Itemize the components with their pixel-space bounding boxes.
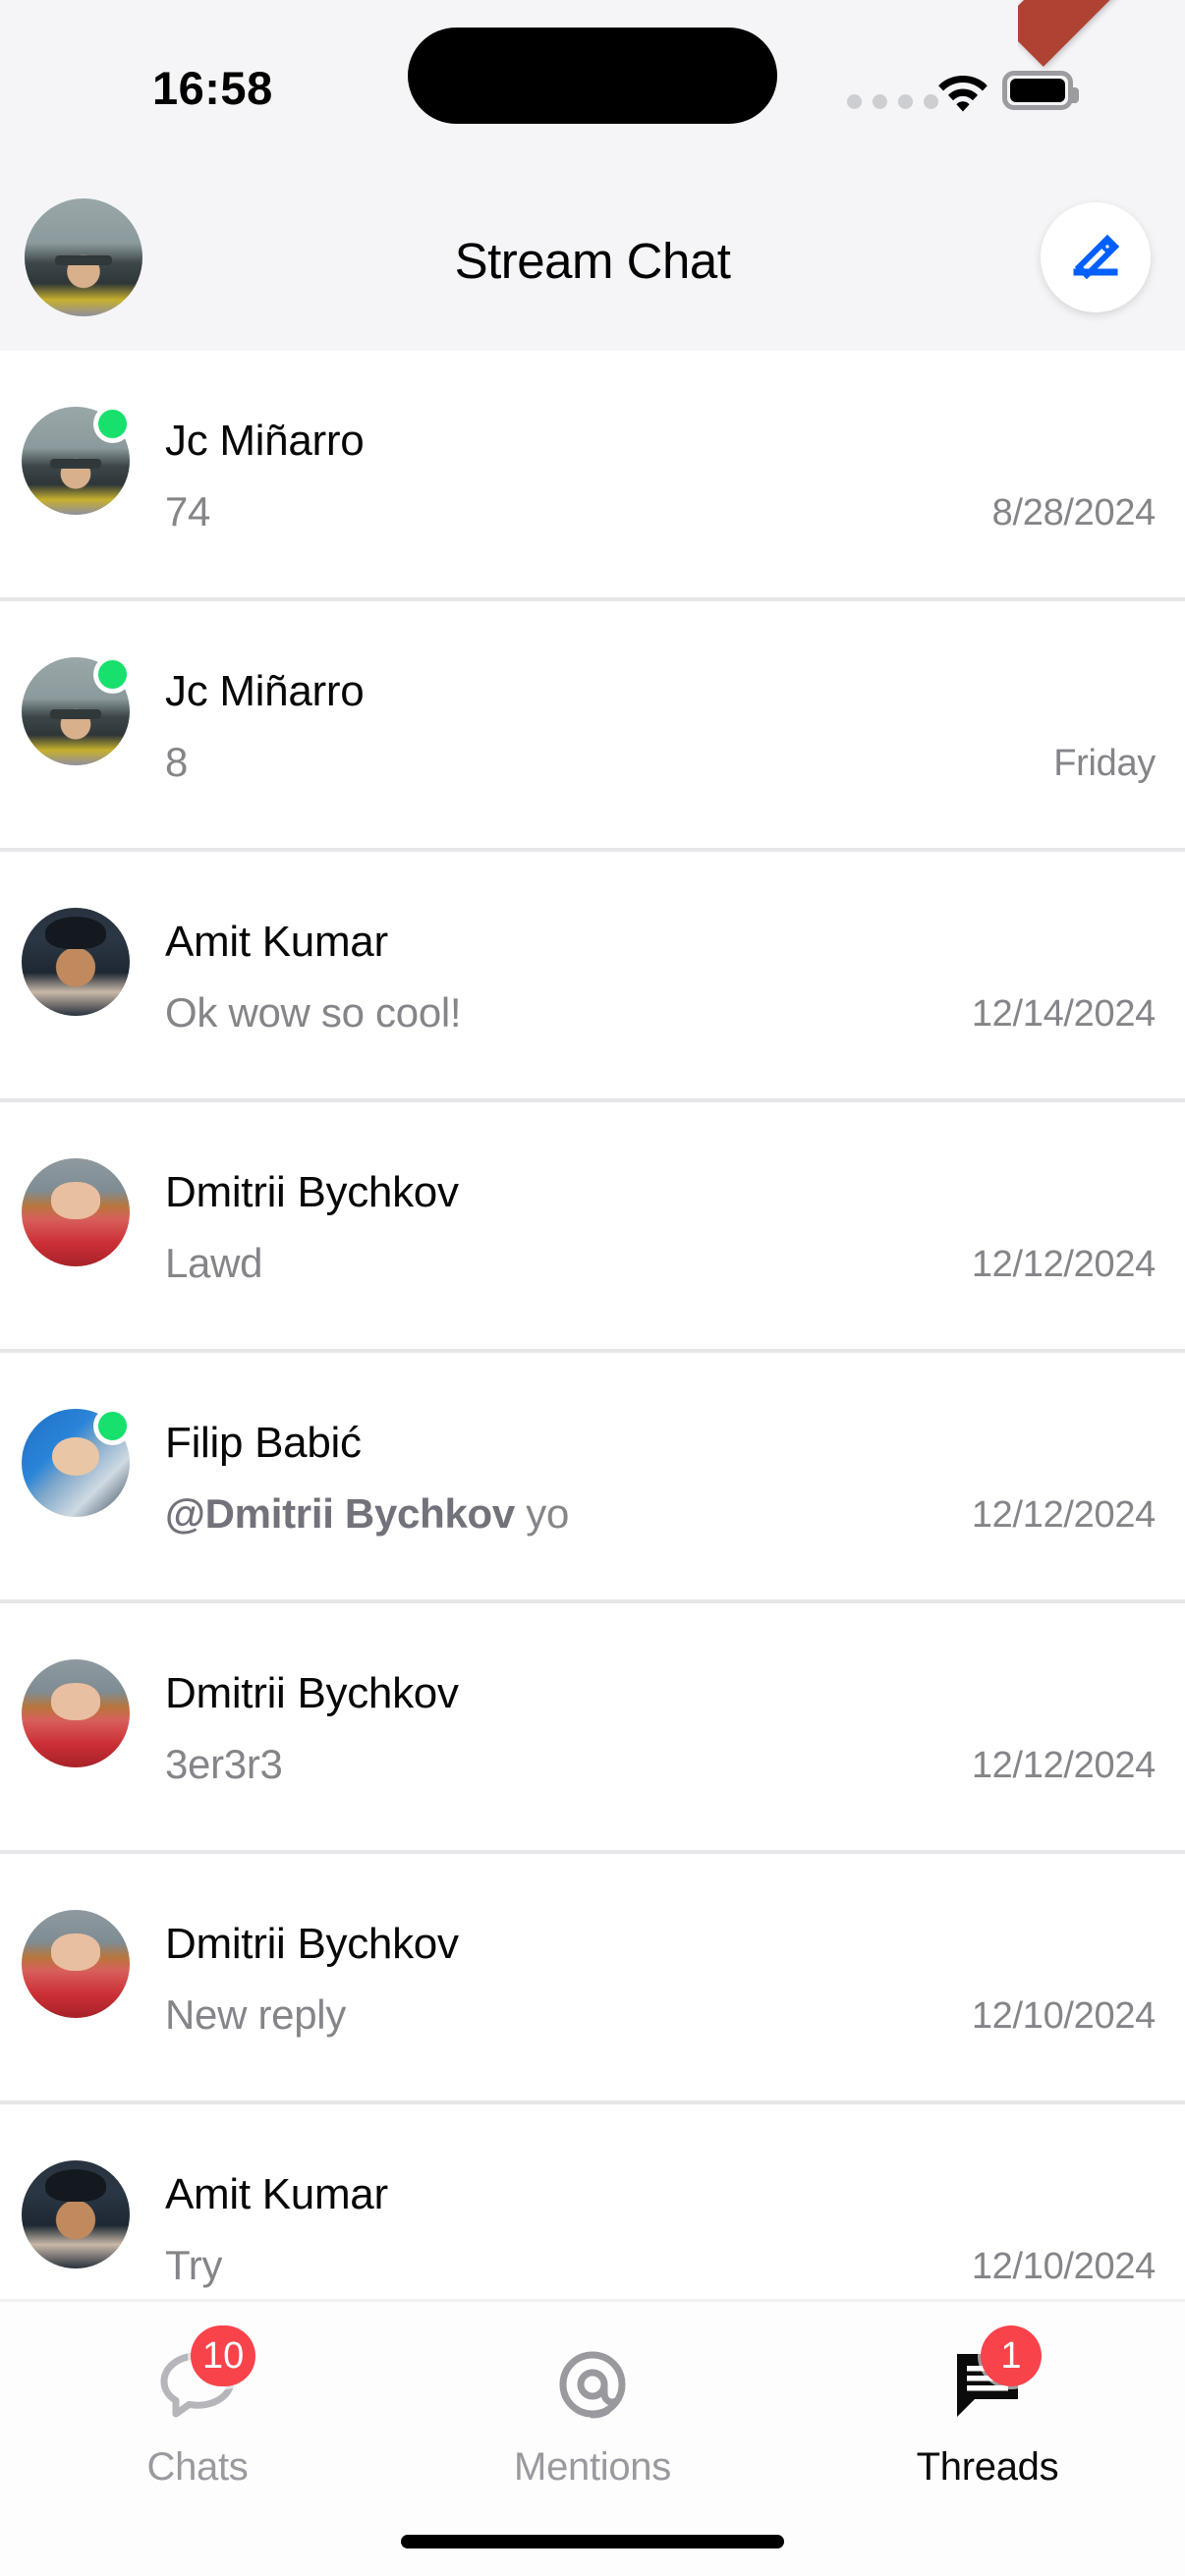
phone-screen: 16:58 DEBUG Stream Chat: [0, 0, 1185, 2576]
tab-chats[interactable]: 10 Chats: [0, 2302, 395, 2576]
channel-name: Jc Miñarro: [165, 417, 365, 465]
dynamic-island: [408, 28, 777, 124]
app-header: Stream Chat: [0, 177, 1185, 351]
channel-preview-text: Lawd: [165, 1240, 263, 1286]
wifi-icon: [935, 69, 990, 112]
channel-timestamp: 12/12/2024: [971, 1745, 1156, 1786]
tab-label: Chats: [146, 2445, 249, 2489]
tab-label: Mentions: [514, 2445, 671, 2489]
home-indicator: [401, 2535, 784, 2548]
channel-preview-text: 8: [165, 739, 189, 785]
channel-timestamp: 12/12/2024: [971, 1494, 1156, 1536]
thread-lines-icon: 1: [933, 2325, 1042, 2432]
avatar: [22, 2160, 130, 2268]
channel-timestamp: 8/28/2024: [991, 492, 1157, 533]
channel-list-item[interactable]: Jc Miñarro 8 Friday: [0, 601, 1185, 852]
avatar: [22, 908, 130, 1016]
channel-list[interactable]: Jc Miñarro 74 8/28/2024 Jc Miñarro 8 Friday Am…: [0, 351, 1185, 2299]
channel-preview-text: @Dmitrii Bychkov yo: [165, 1490, 569, 1538]
channel-timestamp: 12/12/2024: [971, 1244, 1156, 1285]
channel-list-item[interactable]: Dmitrii Bychkov Lawd 12/12/2024: [0, 1102, 1185, 1353]
channel-name: Amit Kumar: [165, 2170, 388, 2218]
pencil-edit-icon: [1064, 224, 1127, 292]
avatar: [22, 1910, 130, 2018]
channel-list-item[interactable]: Dmitrii Bychkov New reply 12/10/2024: [0, 1854, 1185, 2104]
status-bar-clock: 16:58: [152, 62, 273, 114]
at-sign-icon: [538, 2341, 647, 2432]
channel-preview-text: 74: [165, 488, 211, 534]
channel-preview-text: Try: [165, 2242, 223, 2288]
channel-timestamp: Friday: [1053, 743, 1156, 784]
status-bar: 16:58: [0, 0, 1185, 177]
online-status-indicator: [93, 655, 132, 694]
mention-token: @Dmitrii Bychkov: [165, 1490, 515, 1537]
channel-name: Amit Kumar: [165, 918, 388, 966]
channel-timestamp: 12/14/2024: [971, 993, 1156, 1035]
channel-timestamp: 12/10/2024: [971, 1995, 1156, 2037]
channel-timestamp: 12/10/2024: [971, 2246, 1156, 2287]
online-status-indicator: [93, 405, 132, 443]
channel-preview-text: Ok wow so cool!: [165, 989, 462, 1036]
preview-body: yo: [514, 1490, 570, 1537]
status-badge: 10: [191, 2325, 256, 2386]
channel-list-item[interactable]: Amit Kumar Ok wow so cool! 12/14/2024: [0, 852, 1185, 1102]
channel-preview-text: 3er3r3: [165, 1741, 283, 1787]
channel-list-item[interactable]: Filip Babić @Dmitrii Bychkov yo 12/12/2024: [0, 1353, 1185, 1603]
channel-list-item[interactable]: Jc Miñarro 74 8/28/2024: [0, 351, 1185, 601]
avatar: [22, 1659, 130, 1767]
avatar: [22, 1158, 130, 1266]
channel-name: Dmitrii Bychkov: [165, 1168, 459, 1216]
channel-name: Dmitrii Bychkov: [165, 1669, 459, 1717]
channel-name: Dmitrii Bychkov: [165, 1920, 459, 1968]
channel-list-item[interactable]: Amit Kumar Try 12/10/2024: [0, 2104, 1185, 2299]
tab-label: Threads: [916, 2445, 1059, 2489]
channel-name: Filip Babić: [165, 1419, 362, 1467]
channel-list-item[interactable]: Dmitrii Bychkov 3er3r3 12/12/2024: [0, 1603, 1185, 1854]
battery-full-icon: [1002, 71, 1079, 110]
signal-dots-icon: [847, 94, 938, 109]
status-badge: 1: [981, 2325, 1042, 2386]
tab-threads[interactable]: 1 Threads: [790, 2302, 1185, 2576]
chat-bubble-icon: 10: [143, 2325, 256, 2432]
online-status-indicator: [93, 1407, 132, 1445]
page-title: Stream Chat: [454, 233, 731, 289]
channel-preview-text: New reply: [165, 1991, 347, 2038]
channel-name: Jc Miñarro: [165, 667, 365, 715]
compose-button[interactable]: [1041, 202, 1151, 312]
